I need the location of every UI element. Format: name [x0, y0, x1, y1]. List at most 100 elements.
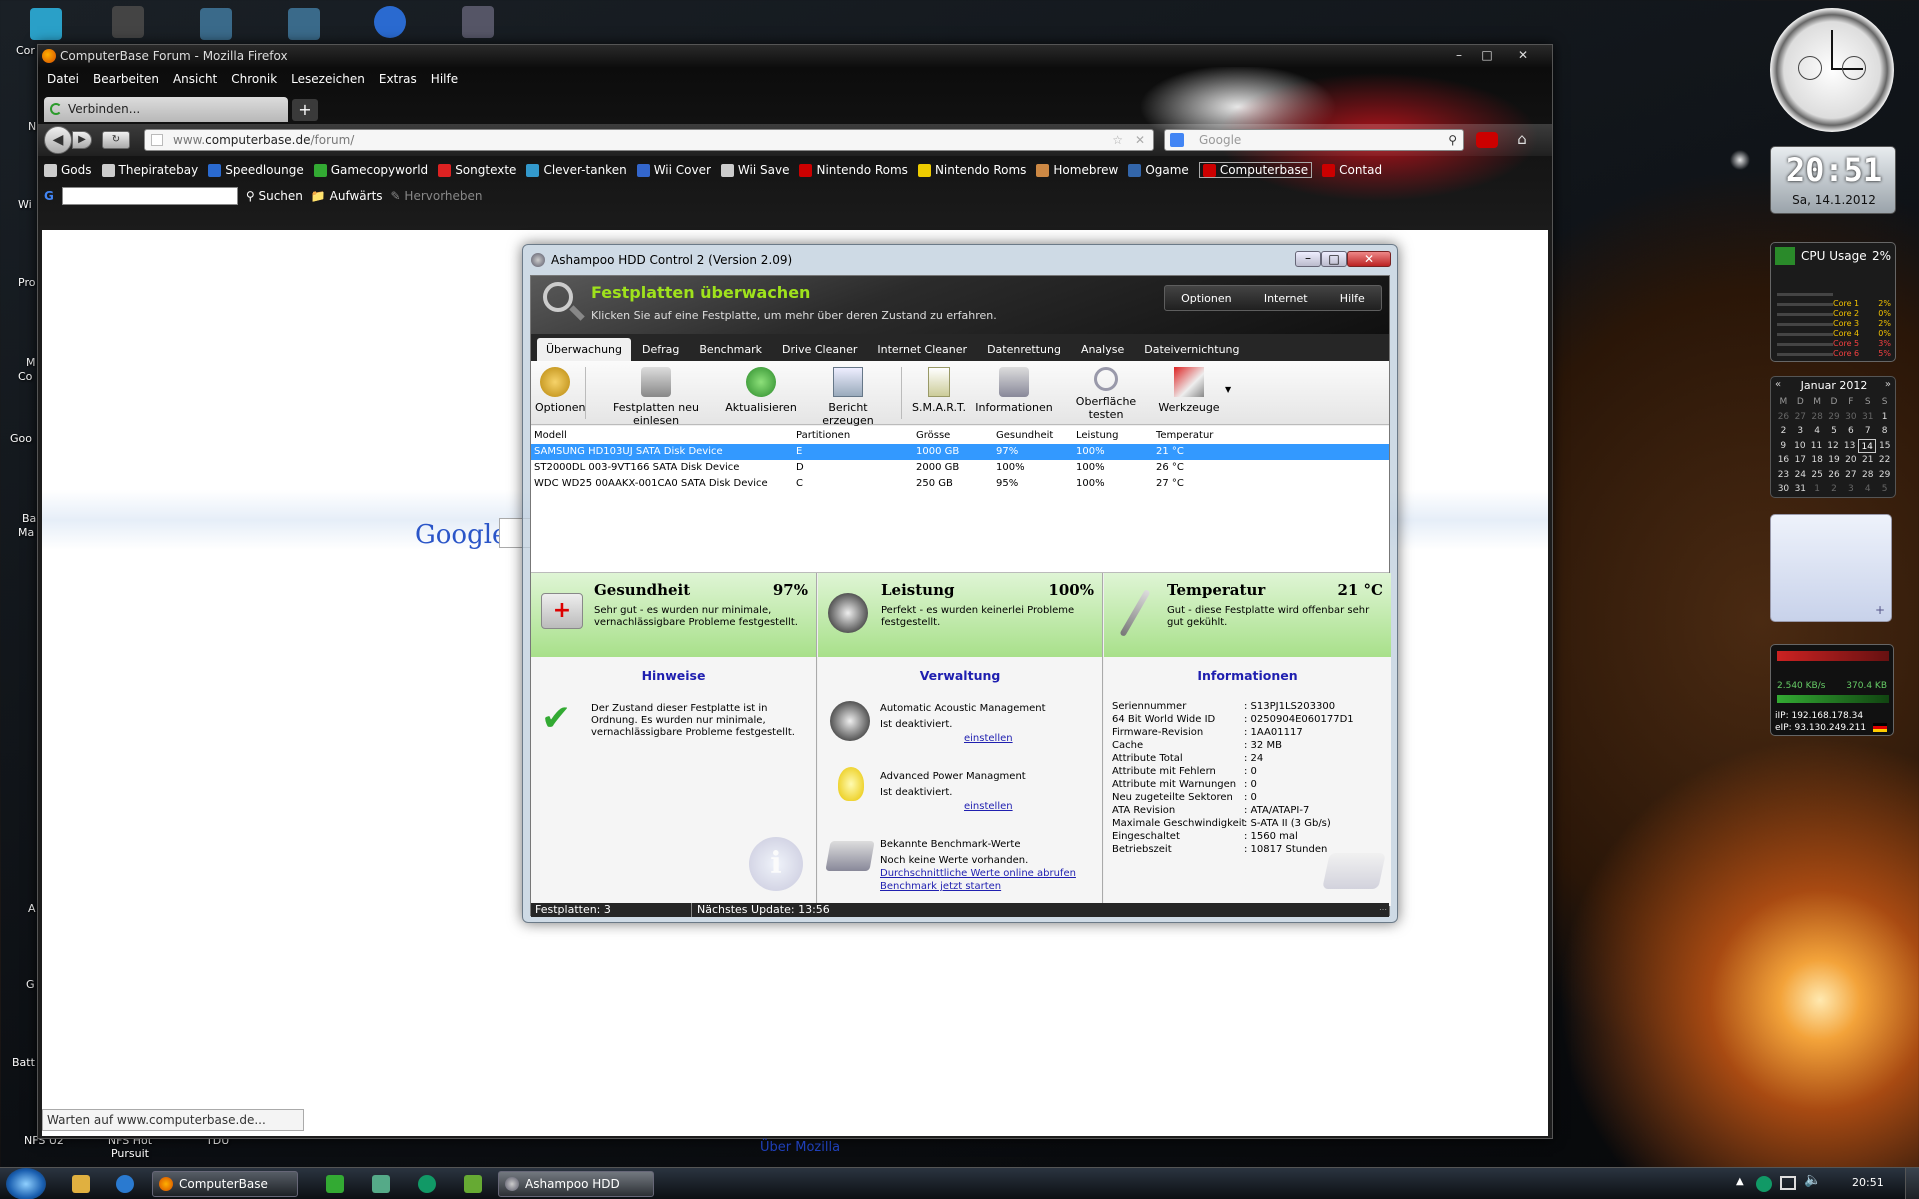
- calendar-day[interactable]: 17: [1792, 453, 1809, 468]
- bookmark-computerbase[interactable]: Computerbase: [1198, 162, 1313, 178]
- bookmark-ogame[interactable]: Ogame: [1128, 163, 1189, 177]
- calendar-day[interactable]: 19: [1826, 453, 1843, 468]
- bookmark-contad[interactable]: Contad: [1322, 163, 1382, 177]
- header-optionen-button[interactable]: Optionen: [1181, 292, 1231, 305]
- stop-icon[interactable]: ✕: [1135, 130, 1145, 150]
- calendar-day[interactable]: 21: [1859, 453, 1876, 468]
- explorer-quicklaunch-icon[interactable]: [72, 1175, 90, 1193]
- calendar-day[interactable]: 15: [1876, 439, 1893, 454]
- about-mozilla-link[interactable]: Über Mozilla: [760, 1140, 840, 1155]
- tool-smart[interactable]: S.M.A.R.T.: [909, 367, 969, 414]
- calendar-day[interactable]: 25: [1809, 468, 1826, 483]
- desktop-icon-3[interactable]: [200, 8, 232, 40]
- bookmark-wii-save[interactable]: Wii Save: [720, 163, 789, 177]
- calendar-day[interactable]: 8: [1876, 424, 1893, 439]
- bookmark-songtexte[interactable]: Songtexte: [438, 163, 516, 177]
- tab-datenrettung[interactable]: Datenrettung: [978, 338, 1070, 361]
- calendar-day[interactable]: 14: [1857, 438, 1877, 453]
- calendar-day[interactable]: 6: [1842, 424, 1859, 439]
- column-modell[interactable]: Modell: [534, 428, 567, 444]
- calendar-day[interactable]: 18: [1809, 453, 1826, 468]
- column-temperatur[interactable]: Temperatur: [1156, 428, 1213, 444]
- calendar-day[interactable]: 31: [1792, 482, 1809, 497]
- search-icon[interactable]: ⚲: [1448, 130, 1457, 150]
- calendar-day[interactable]: 16: [1775, 453, 1792, 468]
- analog-clock-gadget[interactable]: [1770, 8, 1894, 132]
- tab-internet-cleaner[interactable]: Internet Cleaner: [868, 338, 976, 361]
- bookmark-nintendo-roms-1[interactable]: Nintendo Roms: [799, 163, 908, 177]
- calendar-day[interactable]: 30: [1842, 410, 1859, 425]
- digital-clock-gadget[interactable]: 20:51 Sa, 14.1.2012: [1770, 146, 1896, 214]
- show-desktop-button[interactable]: [1905, 1168, 1919, 1199]
- calendar-day[interactable]: 30: [1775, 482, 1792, 497]
- ie-quicklaunch-icon[interactable]: [116, 1175, 134, 1193]
- menu-datei[interactable]: Datei: [47, 72, 79, 86]
- calendar-day[interactable]: 3: [1842, 482, 1859, 497]
- calendar-day[interactable]: 27: [1792, 410, 1809, 425]
- group-quicklaunch-icon[interactable]: [372, 1175, 390, 1193]
- home-button[interactable]: ⌂: [1510, 130, 1534, 150]
- table-row[interactable]: ST2000DL 003-9VT166 SATA Disk Device D 2…: [531, 460, 1389, 476]
- bookmark-gamecopyworld[interactable]: Gamecopyworld: [313, 163, 428, 177]
- column-gesundheit[interactable]: Gesundheit: [996, 428, 1053, 444]
- calendar-day[interactable]: 9: [1775, 439, 1792, 454]
- tool-refresh[interactable]: Aktualisieren: [725, 367, 797, 414]
- menu-lesezeichen[interactable]: Lesezeichen: [291, 72, 365, 86]
- header-hilfe-button[interactable]: Hilfe: [1340, 292, 1365, 305]
- tool-information[interactable]: Informationen: [973, 367, 1055, 414]
- menu-chronik[interactable]: Chronik: [231, 72, 277, 86]
- taskbar-hdd-control[interactable]: Ashampoo HDD Con...: [498, 1171, 654, 1197]
- bookmark-gods[interactable]: Gods: [44, 163, 92, 177]
- google-up-button[interactable]: 📁 Aufwärts: [311, 189, 383, 203]
- calendar-day[interactable]: 13: [1841, 439, 1858, 454]
- calendar-day[interactable]: 2: [1775, 424, 1792, 439]
- menu-ansicht[interactable]: Ansicht: [173, 72, 217, 86]
- table-row[interactable]: SAMSUNG HD103UJ SATA Disk Device E 1000 …: [531, 444, 1389, 460]
- table-row[interactable]: WDC WD25 00AAKX-001CA0 SATA Disk Device …: [531, 476, 1389, 492]
- google-toolbar-input[interactable]: [61, 187, 238, 205]
- hdd-minimize-button[interactable]: –: [1295, 251, 1321, 267]
- url-bar[interactable]: www.computerbase.de/forum/ ☆ ✕: [144, 129, 1154, 151]
- minimize-button[interactable]: –: [1446, 47, 1472, 63]
- calendar-day[interactable]: 12: [1825, 439, 1842, 454]
- new-tab-button[interactable]: +: [292, 99, 318, 121]
- calendar-day[interactable]: 4: [1859, 482, 1876, 497]
- tray-vpn-icon[interactable]: [1756, 1176, 1772, 1192]
- menu-extras[interactable]: Extras: [379, 72, 417, 86]
- tray-expand-icon[interactable]: ▲: [1736, 1176, 1744, 1187]
- firefox-titlebar[interactable]: ComputerBase Forum - Mozilla Firefox – □…: [38, 45, 1552, 67]
- tab-drive-cleaner[interactable]: Drive Cleaner: [773, 338, 866, 361]
- bookmark-homebrew[interactable]: Homebrew: [1036, 163, 1118, 177]
- calendar-day[interactable]: 29: [1826, 410, 1843, 425]
- menu-hilfe[interactable]: Hilfe: [431, 72, 458, 86]
- tray-network-icon[interactable]: [1780, 1176, 1796, 1190]
- bookmark-nintendo-roms-2[interactable]: Nintendo Roms: [917, 163, 1026, 177]
- desktop-icon-2[interactable]: [112, 6, 144, 38]
- toolbar-more-icon[interactable]: ▼: [1225, 385, 1231, 394]
- cpu-usage-gadget[interactable]: CPU Usage 2% Core 1 2% Core 2 0% Core 3 2% Cor…: [1770, 242, 1896, 362]
- calendar-day[interactable]: 26: [1826, 468, 1843, 483]
- calendar-day[interactable]: 5: [1826, 424, 1843, 439]
- tab-benchmark[interactable]: Benchmark: [690, 338, 771, 361]
- clover-quicklaunch-icon[interactable]: [326, 1175, 344, 1193]
- calendar-day[interactable]: 22: [1876, 453, 1893, 468]
- tool-report[interactable]: Bericht erzeugen: [803, 367, 893, 427]
- column-partitionen[interactable]: Partitionen: [796, 428, 850, 444]
- network-gadget[interactable]: 2.540 KB/s 370.4 KB iIP: 192.168.178.34 …: [1770, 644, 1894, 736]
- tab-ueberwachung[interactable]: Überwachung: [537, 338, 632, 361]
- menu-bearbeiten[interactable]: Bearbeiten: [93, 72, 159, 86]
- search-box[interactable]: Google ⚲: [1164, 129, 1464, 151]
- column-leistung[interactable]: Leistung: [1076, 428, 1118, 444]
- desktop-icon-1[interactable]: [30, 8, 62, 40]
- bookmark-star-icon[interactable]: ☆: [1112, 130, 1123, 150]
- hdd-titlebar[interactable]: Ashampoo HDD Control 2 (Version 2.09) – …: [523, 245, 1397, 275]
- bookmark-thepiratebay[interactable]: Thepiratebay: [101, 163, 198, 177]
- tool-rescan[interactable]: Festplatten neu einlesen: [591, 367, 721, 427]
- calendar-day[interactable]: 24: [1792, 468, 1809, 483]
- google-toolbar-icon[interactable]: G: [44, 189, 54, 203]
- google-search-button[interactable]: ⚲ Suchen: [246, 189, 303, 203]
- calendar-day[interactable]: 4: [1809, 424, 1826, 439]
- bookmark-speedlounge[interactable]: Speedlounge: [208, 163, 304, 177]
- calendar-day[interactable]: 23: [1775, 468, 1792, 483]
- calendar-next-button[interactable]: »: [1885, 379, 1891, 390]
